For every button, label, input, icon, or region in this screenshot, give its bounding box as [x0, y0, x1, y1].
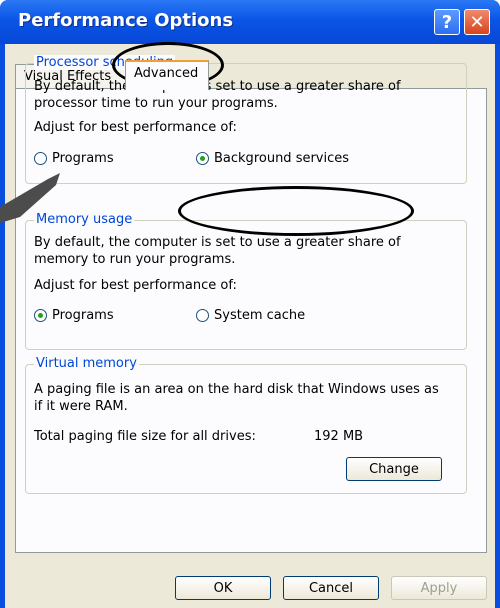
virtual-desc-line1: A paging file is an area on the hard dis… [34, 382, 439, 397]
processor-scheduling-group: Processor scheduling By default, the com… [25, 55, 467, 184]
processor-desc-line2: processor time to run your programs. [34, 96, 278, 111]
memory-adjust-label: Adjust for best performance of: [34, 278, 237, 293]
performance-options-window: Performance Options ? ✕ Visual Effects A… [0, 0, 500, 608]
processor-background-radio[interactable] [196, 152, 209, 165]
window-title: Performance Options [18, 10, 234, 31]
radio-selected-dot [38, 313, 43, 318]
virtual-memory-group: Virtual memory A paging file is an area … [25, 356, 467, 494]
annotation-ellipse-background-services [178, 186, 414, 236]
virtual-memory-title: Virtual memory [34, 356, 139, 371]
memory-programs-label[interactable]: Programs [52, 307, 114, 324]
memory-cache-label[interactable]: System cache [214, 307, 305, 324]
apply-button[interactable]: Apply [391, 576, 487, 600]
processor-desc-line1: By default, the computer is set to use a… [34, 79, 401, 94]
memory-desc-line2: memory to run your programs. [34, 252, 236, 267]
tab-advanced[interactable]: Advanced [125, 60, 209, 90]
processor-background-label[interactable]: Background services [214, 150, 349, 167]
radio-selected-dot [200, 156, 205, 161]
change-button[interactable]: Change [346, 457, 442, 481]
ok-button[interactable]: OK [175, 576, 271, 600]
memory-cache-radio[interactable] [196, 309, 209, 322]
memory-usage-group: Memory usage By default, the computer is… [25, 212, 467, 350]
memory-desc-line1: By default, the computer is set to use a… [34, 235, 401, 250]
close-button[interactable]: ✕ [464, 9, 490, 35]
cancel-button[interactable]: Cancel [283, 576, 379, 600]
paging-size-label: Total paging file size for all drives: [34, 429, 256, 444]
memory-programs-radio[interactable] [34, 309, 47, 322]
title-bar[interactable]: Performance Options ? ✕ [0, 0, 500, 44]
processor-adjust-label: Adjust for best performance of: [34, 120, 237, 135]
processor-programs-radio[interactable] [34, 152, 47, 165]
paging-size-value: 192 MB [314, 429, 364, 444]
annotation-arrow-icon [0, 173, 60, 223]
virtual-desc-line2: if it were RAM. [34, 399, 128, 414]
help-button[interactable]: ? [434, 9, 460, 35]
